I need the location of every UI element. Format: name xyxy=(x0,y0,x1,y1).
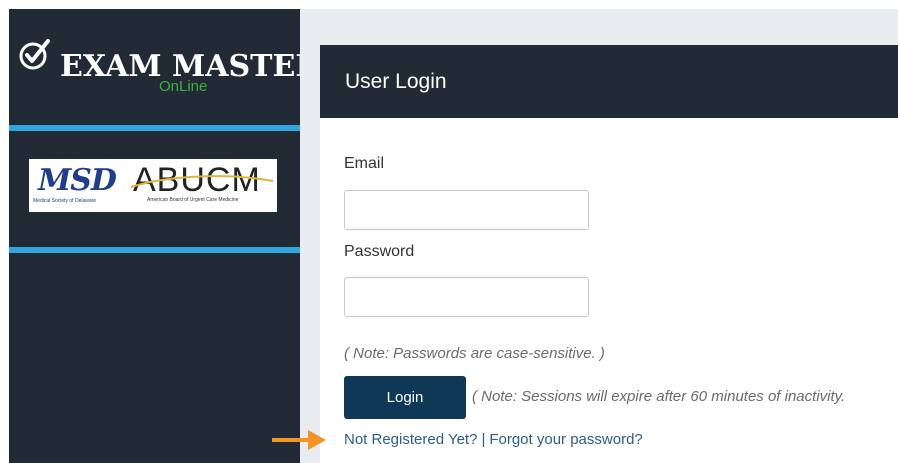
check-circle-icon xyxy=(18,37,52,80)
msd-logo: MSD xyxy=(38,163,117,198)
login-button[interactable]: Login xyxy=(344,376,466,419)
account-links: Not Registered Yet? | Forgot your password… xyxy=(344,431,643,449)
exam-master-logo: EXAM MASTER® OnLine xyxy=(18,37,336,99)
link-separator: | xyxy=(481,431,486,448)
sidebar: EXAM MASTER® OnLine MSD Medical Society … xyxy=(9,9,336,463)
logo-subtitle: OnLine xyxy=(159,78,208,95)
msd-subtitle: Medical Society of Delaware xyxy=(33,198,97,204)
partner-logos: MSD Medical Society of Delaware ABUCM Am… xyxy=(29,159,277,212)
abucm-subtitle: American Board of Urgent Care Medicine xyxy=(147,197,239,203)
forgot-password-link[interactable]: Forgot your password? xyxy=(489,431,642,448)
card-header: User Login xyxy=(320,45,898,118)
email-label: Email xyxy=(344,155,385,172)
session-note: ( Note: Sessions will expire after 60 mi… xyxy=(472,388,846,405)
sidebar-divider xyxy=(9,125,300,131)
password-field[interactable] xyxy=(344,277,589,317)
register-link[interactable]: Not Registered Yet? xyxy=(344,431,477,448)
sidebar-divider xyxy=(9,247,300,253)
password-label: Password xyxy=(344,243,415,260)
login-card: User Login Email Password ( Note: Passwo… xyxy=(320,45,898,463)
abucm-swoosh-icon xyxy=(130,175,274,188)
email-field[interactable] xyxy=(344,190,589,230)
arrow-right-icon xyxy=(272,430,326,450)
password-note: ( Note: Passwords are case-sensitive. ) xyxy=(344,345,605,362)
page-title: User Login xyxy=(345,70,447,93)
